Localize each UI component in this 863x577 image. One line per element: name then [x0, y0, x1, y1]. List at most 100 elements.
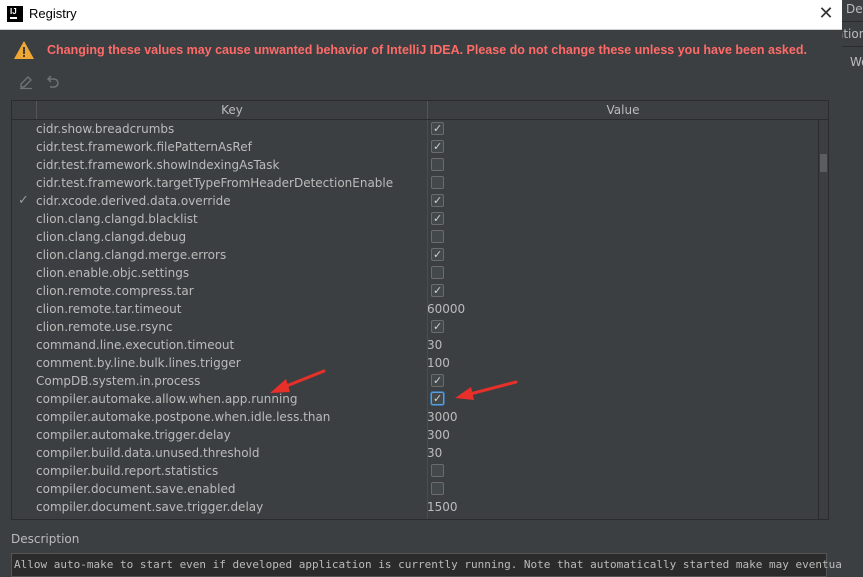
row-gutter — [18, 246, 32, 264]
table-row[interactable]: compiler.build.report.statistics — [12, 462, 818, 480]
value-checkbox[interactable] — [431, 246, 444, 264]
registry-value-cell[interactable]: 30 — [427, 444, 818, 462]
registry-value-cell[interactable] — [427, 390, 818, 408]
value-checkbox[interactable] — [431, 266, 444, 279]
table-row[interactable]: clion.enable.objc.settings — [12, 264, 818, 282]
table-row[interactable]: command.line.execution.timeout 30 — [12, 336, 818, 354]
table-body: cidr.show.breadcrumbs cidr.test.framework… — [12, 120, 818, 519]
value-checkbox[interactable] — [431, 158, 444, 171]
row-gutter — [18, 138, 32, 156]
window-title: Registry — [29, 6, 77, 21]
table-row[interactable]: clion.clang.clangd.debug — [12, 228, 818, 246]
intellij-app-icon: IJ — [7, 6, 23, 22]
modified-check-icon: ✓ — [18, 193, 29, 208]
table-row[interactable]: compiler.automake.postpone.when.idle.les… — [12, 408, 818, 426]
table-row[interactable]: compiler.automake.allow.when.app.running — [12, 390, 818, 408]
registry-key: compiler.automake.allow.when.app.running — [36, 392, 298, 406]
value-text[interactable]: 1500 — [427, 498, 458, 516]
value-text[interactable]: 60000 — [427, 300, 465, 318]
table-row[interactable]: compiler.automake.trigger.delay 300 — [12, 426, 818, 444]
table-row[interactable]: cidr.test.framework.showIndexingAsTask — [12, 156, 818, 174]
registry-value-cell[interactable]: 100 — [427, 354, 818, 372]
registry-value-cell[interactable] — [427, 120, 818, 138]
registry-value-cell[interactable] — [427, 372, 818, 390]
registry-key: compiler.document.save.trigger.delay — [36, 500, 264, 514]
value-checkbox[interactable] — [431, 482, 444, 495]
registry-key: clion.remote.compress.tar — [36, 284, 194, 298]
vertical-scrollbar[interactable] — [819, 120, 828, 519]
table-row[interactable]: cidr.test.framework.filePatternAsRef — [12, 138, 818, 156]
registry-key: clion.clang.clangd.merge.errors — [36, 248, 227, 262]
value-checkbox[interactable] — [431, 138, 444, 156]
value-checkbox[interactable] — [431, 210, 444, 228]
row-gutter — [18, 174, 32, 192]
value-text[interactable]: 3000 — [427, 408, 458, 426]
column-divider — [427, 120, 428, 519]
value-checkbox[interactable] — [431, 282, 444, 300]
row-gutter — [18, 300, 32, 318]
registry-value-cell[interactable] — [427, 156, 818, 174]
registry-key: compiler.build.report.statistics — [36, 464, 219, 478]
registry-value-cell[interactable]: 30 — [427, 336, 818, 354]
table-row[interactable]: clion.clang.clangd.blacklist — [12, 210, 818, 228]
registry-key: CompDB.system.in.process — [36, 374, 201, 388]
registry-value-cell[interactable]: 60000 — [427, 300, 818, 318]
value-text[interactable]: 300 — [427, 426, 450, 444]
value-checkbox[interactable] — [431, 318, 444, 336]
value-checkbox[interactable] — [431, 176, 444, 189]
table-row[interactable]: cidr.test.framework.targetTypeFromHeader… — [12, 174, 818, 192]
table-header: Key Value — [12, 101, 828, 120]
registry-key: cidr.test.framework.targetTypeFromHeader… — [36, 176, 394, 190]
value-checkbox[interactable] — [431, 464, 444, 477]
registry-value-cell[interactable]: 3000 — [427, 408, 818, 426]
table-row[interactable]: cidr.show.breadcrumbs — [12, 120, 818, 138]
row-gutter — [18, 336, 32, 354]
table-row[interactable]: compiler.document.save.enabled — [12, 480, 818, 498]
row-gutter — [18, 498, 32, 516]
registry-key: comment.by.line.bulk.lines.trigger — [36, 356, 241, 370]
table-row[interactable]: comment.by.line.bulk.lines.trigger 100 — [12, 354, 818, 372]
registry-value-cell[interactable] — [427, 138, 818, 156]
table-row[interactable]: clion.remote.compress.tar — [12, 282, 818, 300]
registry-value-cell[interactable] — [427, 228, 818, 246]
registry-value-cell[interactable] — [427, 192, 818, 210]
table-row[interactable]: clion.remote.tar.timeout 60000 — [12, 300, 818, 318]
value-checkbox[interactable] — [431, 230, 444, 243]
registry-value-cell[interactable]: 1500 — [427, 498, 818, 516]
value-text[interactable]: 30 — [427, 336, 442, 354]
value-checkbox[interactable] — [431, 192, 444, 210]
scrollbar-thumb[interactable] — [820, 154, 827, 172]
registry-value-cell[interactable] — [427, 282, 818, 300]
registry-key: cidr.test.framework.filePatternAsRef — [36, 140, 252, 154]
column-header-value[interactable]: Value — [428, 101, 818, 119]
row-gutter — [18, 156, 32, 174]
value-text[interactable]: 100 — [427, 354, 450, 372]
registry-value-cell[interactable] — [427, 318, 818, 336]
registry-value-cell[interactable] — [427, 210, 818, 228]
registry-value-cell[interactable] — [427, 462, 818, 480]
table-row[interactable]: CompDB.system.in.process — [12, 372, 818, 390]
row-gutter — [18, 282, 32, 300]
revert-icon[interactable] — [42, 72, 62, 92]
value-text[interactable]: 30 — [427, 444, 442, 462]
table-row[interactable]: ✓ cidr.xcode.derived.data.override — [12, 192, 818, 210]
value-checkbox[interactable] — [431, 120, 444, 138]
title-bar: IJ Registry ✕ — [0, 0, 842, 30]
value-checkbox[interactable] — [431, 390, 444, 408]
registry-value-cell[interactable] — [427, 246, 818, 264]
registry-value-cell[interactable] — [427, 480, 818, 498]
edit-icon[interactable] — [16, 72, 36, 92]
row-gutter — [18, 264, 32, 282]
row-gutter — [18, 444, 32, 462]
table-row[interactable]: clion.clang.clangd.merge.errors — [12, 246, 818, 264]
table-row[interactable]: compiler.build.data.unused.threshold 30 — [12, 444, 818, 462]
table-row[interactable]: clion.remote.use.rsync — [12, 318, 818, 336]
table-row[interactable]: compiler.document.save.trigger.delay 1500 — [12, 498, 818, 516]
value-checkbox[interactable] — [431, 372, 444, 390]
registry-value-cell[interactable]: 300 — [427, 426, 818, 444]
warning-text: Changing these values may cause unwanted… — [47, 43, 807, 57]
registry-value-cell[interactable] — [427, 264, 818, 282]
close-button[interactable]: ✕ — [814, 3, 838, 25]
column-header-key[interactable]: Key — [37, 101, 428, 119]
registry-value-cell[interactable] — [427, 174, 818, 192]
